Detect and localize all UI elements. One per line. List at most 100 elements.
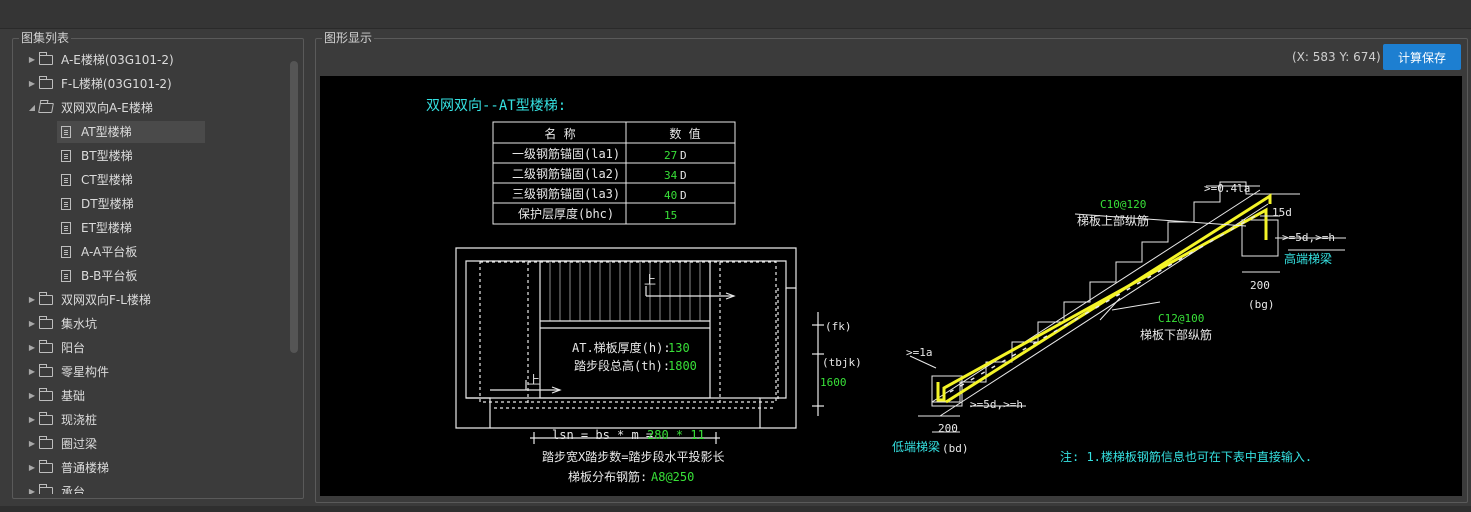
tree-item-label: 现浇桩 bbox=[61, 413, 98, 427]
bottom-bar-description: 梯板下部纵筋 bbox=[1140, 327, 1212, 342]
bd-label: (bd) bbox=[942, 442, 969, 455]
table-row-name: 三级钢筋锚固(la3) bbox=[512, 186, 620, 201]
fk-label: (fk) bbox=[825, 320, 852, 333]
top-anchor-label: >=0.4la bbox=[1204, 182, 1250, 195]
expand-arrow-icon[interactable]: ▶ bbox=[27, 457, 37, 479]
low-embed-label: >=5d,>=h bbox=[970, 398, 1023, 411]
cursor-coordinates: (X: 583 Y: 674) bbox=[1292, 50, 1381, 64]
tree-item-label: 阳台 bbox=[61, 341, 86, 355]
tree-item-fl-stairs[interactable]: ▶ F-L楼梯(03G101-2) bbox=[27, 73, 289, 95]
tree-item-balcony[interactable]: ▶ 阳台 bbox=[27, 337, 289, 359]
folder-icon bbox=[39, 436, 53, 449]
folder-open-icon bbox=[38, 103, 54, 113]
high-beam-label: 高端梯梁 bbox=[1284, 251, 1332, 266]
folder-icon bbox=[39, 460, 53, 473]
tree-item-foundation[interactable]: ▶ 基础 bbox=[27, 385, 289, 407]
high-beam-width: 200 bbox=[1250, 279, 1270, 292]
tree-item-label: 双网双向F-L楼梯 bbox=[61, 293, 151, 307]
top-bar-value[interactable]: C10@120 bbox=[1100, 198, 1146, 211]
document-icon bbox=[61, 246, 71, 258]
tree-item-ae-stairs[interactable]: ▶ A-E楼梯(03G101-2) bbox=[27, 49, 289, 71]
drawing-title: 双网双向--AT型楼梯: bbox=[426, 98, 566, 114]
tree-item-pile-cap[interactable]: ▶ 承台 bbox=[27, 481, 289, 494]
tree-item-label: AT型楼梯 bbox=[81, 125, 132, 139]
tree-item-label: ET型楼梯 bbox=[81, 221, 132, 235]
low-beam-label: 低端梯梁 bbox=[892, 439, 940, 454]
expand-arrow-icon[interactable]: ▶ bbox=[27, 49, 37, 71]
tree-item-dual-fl-stairs[interactable]: ▶ 双网双向F-L楼梯 bbox=[27, 289, 289, 311]
folder-icon bbox=[39, 52, 53, 65]
top-bar-description: 梯板上部纵筋 bbox=[1077, 213, 1149, 228]
expand-arrow-icon[interactable]: ▶ bbox=[27, 313, 37, 335]
expand-arrow-icon[interactable]: ▶ bbox=[27, 73, 37, 95]
table-row-value[interactable]: 40 bbox=[664, 189, 677, 202]
lsn-value[interactable]: 280 * 11 bbox=[647, 428, 705, 442]
thickness-value[interactable]: 130 bbox=[668, 341, 690, 355]
tree-item-dt-stairs[interactable]: DT型楼梯 bbox=[57, 193, 205, 215]
tbjk-label: (tbjk) bbox=[822, 356, 862, 369]
tree-item-at-stairs[interactable]: AT型楼梯 bbox=[57, 121, 205, 143]
tree-item-bb-platform[interactable]: B-B平台板 bbox=[57, 265, 205, 287]
folder-icon bbox=[39, 316, 53, 329]
note-text: 注: 1.楼梯板钢筋信息也可在下表中直接输入. bbox=[1060, 449, 1312, 464]
low-anchor-label: >=1a bbox=[906, 346, 933, 359]
collapse-arrow-icon[interactable]: ◢ bbox=[27, 97, 37, 119]
tree-item-bt-stairs[interactable]: BT型楼梯 bbox=[57, 145, 205, 167]
distribution-bar-value[interactable]: A8@250 bbox=[651, 470, 694, 484]
graphic-display-title: 图形显示 bbox=[322, 30, 375, 46]
expand-arrow-icon[interactable]: ▶ bbox=[27, 289, 37, 311]
folder-icon bbox=[39, 388, 53, 401]
tree-item-label: 双网双向A-E楼梯 bbox=[61, 101, 153, 115]
table-row-unit: D bbox=[680, 189, 687, 202]
tree-item-label: 圈过梁 bbox=[61, 437, 98, 451]
tree-item-dual-ae-stairs[interactable]: ◢ 双网双向A-E楼梯 bbox=[27, 97, 289, 119]
table-row-unit: D bbox=[680, 149, 687, 162]
expand-arrow-icon[interactable]: ▶ bbox=[27, 337, 37, 359]
table-header-value: 数 值 bbox=[669, 126, 700, 141]
up-label: 上 bbox=[644, 273, 656, 287]
document-icon bbox=[61, 174, 71, 186]
calculate-save-button[interactable]: 计算保存 bbox=[1383, 44, 1461, 70]
folder-icon bbox=[39, 364, 53, 377]
table-row-name: 保护层厚度(bhc) bbox=[518, 206, 614, 221]
drawing-canvas[interactable]: 双网双向--AT型楼梯: 名 称 数 值 一级钢筋锚固(la1) 27 D 二级… bbox=[320, 76, 1462, 496]
table-row-name: 二级钢筋锚固(la2) bbox=[512, 166, 620, 181]
tree-item-label: BT型楼梯 bbox=[81, 149, 133, 163]
expand-arrow-icon[interactable]: ▶ bbox=[27, 433, 37, 455]
tree-item-ordinary-stairs[interactable]: ▶ 普通楼梯 bbox=[27, 457, 289, 479]
tree-item-ring-beam[interactable]: ▶ 圈过梁 bbox=[27, 433, 289, 455]
tree-item-label: A-A平台板 bbox=[81, 245, 138, 259]
expand-arrow-icon[interactable]: ▶ bbox=[27, 409, 37, 431]
low-beam-width: 200 bbox=[938, 422, 958, 435]
height-value[interactable]: 1800 bbox=[668, 359, 697, 373]
folder-icon bbox=[39, 292, 53, 305]
tree-scrollbar[interactable] bbox=[290, 61, 298, 353]
expand-arrow-icon[interactable]: ▶ bbox=[27, 361, 37, 383]
tbjk-value[interactable]: 1600 bbox=[820, 376, 847, 389]
document-icon bbox=[61, 126, 71, 138]
expand-arrow-icon[interactable]: ▶ bbox=[27, 385, 37, 407]
tree-item-cast-pile[interactable]: ▶ 现浇桩 bbox=[27, 409, 289, 431]
tree-item-label: 普通楼梯 bbox=[61, 461, 110, 475]
tree-item-sump[interactable]: ▶ 集水坑 bbox=[27, 313, 289, 335]
table-row-value[interactable]: 15 bbox=[664, 209, 677, 222]
folder-icon bbox=[39, 76, 53, 89]
tree-item-ct-stairs[interactable]: CT型楼梯 bbox=[57, 169, 205, 191]
tree-item-label: B-B平台板 bbox=[81, 269, 138, 283]
stair-drawing: 双网双向--AT型楼梯: 名 称 数 值 一级钢筋锚固(la1) 27 D 二级… bbox=[426, 98, 1346, 484]
expand-arrow-icon[interactable]: ▶ bbox=[27, 481, 37, 494]
table-row-value[interactable]: 27 bbox=[664, 149, 677, 162]
tree-item-et-stairs[interactable]: ET型楼梯 bbox=[57, 217, 205, 239]
tree-item-misc-members[interactable]: ▶ 零星构件 bbox=[27, 361, 289, 383]
document-icon bbox=[61, 270, 71, 282]
tree-item-label: DT型楼梯 bbox=[81, 197, 134, 211]
folder-icon bbox=[39, 484, 53, 494]
distribution-bar-label: 梯板分布钢筋: bbox=[568, 469, 647, 484]
tree-item-label: F-L楼梯(03G101-2) bbox=[61, 77, 172, 91]
tree-item-aa-platform[interactable]: A-A平台板 bbox=[57, 241, 205, 263]
table-row-value[interactable]: 34 bbox=[664, 169, 678, 182]
bg-label: (bg) bbox=[1248, 298, 1275, 311]
tree-item-label: 承台 bbox=[61, 485, 86, 494]
bottom-bar-value[interactable]: C12@100 bbox=[1158, 312, 1204, 325]
up-label: 上 bbox=[528, 373, 540, 387]
